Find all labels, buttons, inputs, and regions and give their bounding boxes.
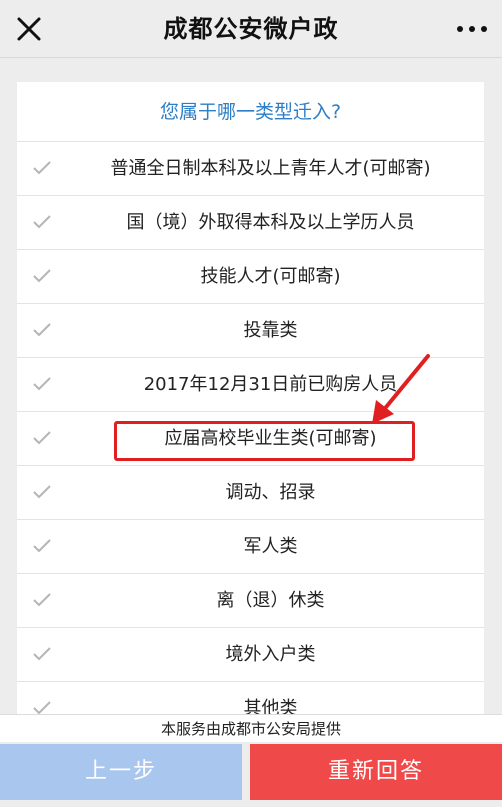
option-label: 技能人才(可邮寄) — [200, 266, 341, 287]
check-icon — [33, 323, 51, 337]
question-title: 您属于哪一类型迁入? — [17, 82, 484, 142]
check-icon — [33, 593, 51, 607]
option-label: 境外入户类 — [225, 644, 316, 665]
option-label: 离（退）休类 — [216, 590, 325, 611]
top-nav-bar: 成都公安微户政 — [0, 0, 502, 58]
check-icon — [33, 701, 51, 715]
check-icon — [33, 647, 51, 661]
option-item[interactable]: 国（境）外取得本科及以上学历人员 — [17, 196, 484, 250]
option-item[interactable]: 技能人才(可邮寄) — [17, 250, 484, 304]
check-icon — [33, 377, 51, 391]
check-icon — [33, 539, 51, 553]
option-item[interactable]: 境外入户类 — [17, 628, 484, 682]
option-label: 调动、招录 — [225, 482, 316, 503]
restart-answer-button[interactable]: 重新回答 — [250, 744, 502, 800]
annotation-arrow-icon — [372, 354, 430, 424]
service-provider-note: 本服务由成都市公安局提供 — [0, 714, 502, 742]
option-label: 军人类 — [243, 536, 298, 557]
check-icon — [33, 485, 51, 499]
check-icon — [33, 161, 51, 175]
page-title: 成都公安微户政 — [163, 15, 339, 43]
more-icon[interactable] — [454, 18, 490, 40]
option-item[interactable]: 调动、招录 — [17, 466, 484, 520]
check-icon — [33, 269, 51, 283]
check-icon — [33, 431, 51, 445]
previous-step-button[interactable]: 上一步 — [0, 744, 242, 800]
check-icon — [33, 215, 51, 229]
option-label: 国（境）外取得本科及以上学历人员 — [126, 212, 415, 233]
option-item[interactable]: 普通全日制本科及以上青年人才(可邮寄) — [17, 142, 484, 196]
option-item[interactable]: 军人类 — [17, 520, 484, 574]
close-icon[interactable] — [14, 14, 44, 44]
option-item[interactable]: 离（退）休类 — [17, 574, 484, 628]
option-label: 普通全日制本科及以上青年人才(可邮寄) — [110, 158, 431, 179]
